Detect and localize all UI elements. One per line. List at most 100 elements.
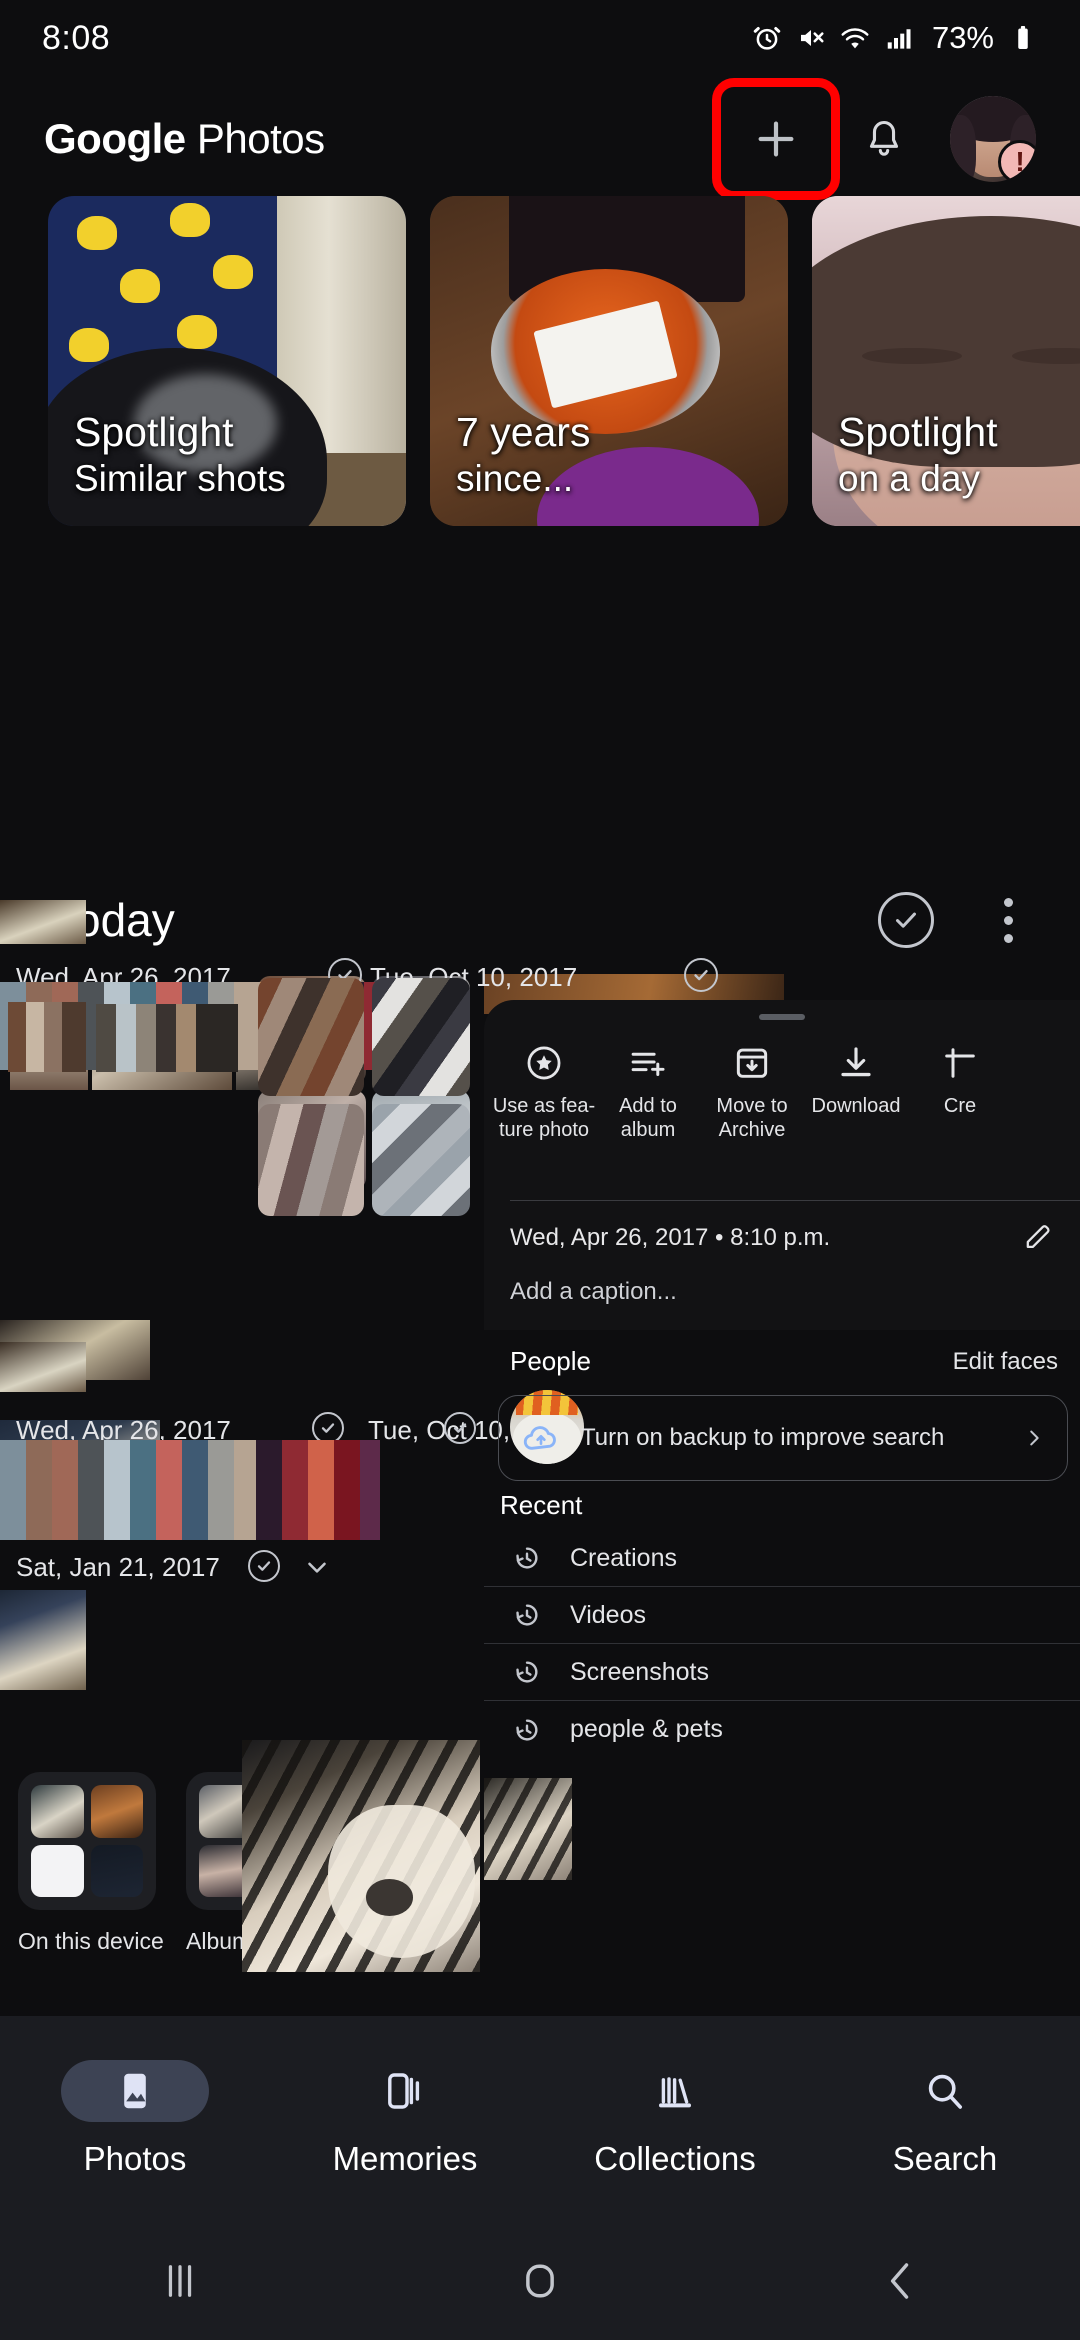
recent-list[interactable]: Creations Videos Screenshots people & pe… bbox=[484, 1530, 1080, 1758]
action-label: Add to album bbox=[619, 1095, 677, 1142]
avatar[interactable]: ! bbox=[950, 96, 1036, 182]
photo-thumbnail[interactable] bbox=[0, 1590, 86, 1690]
drag-handle[interactable] bbox=[759, 1014, 805, 1020]
history-icon bbox=[516, 1604, 538, 1626]
nav-tab-memories[interactable]: Memories bbox=[270, 2016, 540, 2222]
history-icon bbox=[516, 1661, 538, 1683]
memory-card[interactable]: 7 years since... bbox=[430, 196, 788, 526]
photo-quad-group[interactable] bbox=[258, 960, 478, 1230]
status-badge[interactable]: ! bbox=[998, 140, 1036, 182]
expand-collapse-button[interactable] bbox=[300, 1552, 334, 1582]
memory-caption: 7 years since... bbox=[430, 409, 788, 526]
chevron-down-icon bbox=[308, 1562, 326, 1573]
add-to-album-button[interactable]: Add to album bbox=[596, 1042, 700, 1143]
star-circle-icon bbox=[527, 1046, 561, 1080]
brand-google: Google bbox=[44, 115, 186, 162]
photo-thumbnail-large[interactable] bbox=[242, 1740, 480, 1972]
plus-icon bbox=[758, 121, 794, 157]
kebab-dot bbox=[1003, 915, 1013, 925]
photo-thumbnail[interactable] bbox=[8, 1002, 86, 1072]
select-all-button[interactable] bbox=[878, 892, 934, 948]
create-button[interactable]: Cre bbox=[908, 1042, 1012, 1143]
divider bbox=[510, 1200, 1080, 1201]
shortcut-tile bbox=[90, 1844, 143, 1897]
nav-label-collections: Collections bbox=[594, 2140, 756, 2177]
section-header-today: Today bbox=[0, 870, 1080, 970]
check-icon bbox=[321, 1423, 335, 1433]
recent-item-label: Screenshots bbox=[570, 1657, 709, 1686]
photo-thumbnail[interactable] bbox=[0, 900, 86, 944]
notifications-button[interactable] bbox=[852, 107, 916, 171]
system-back-button[interactable] bbox=[720, 2255, 1080, 2307]
edit-faces-button[interactable]: Edit faces bbox=[953, 1348, 1058, 1376]
shortcut-row[interactable]: On this device Albums bbox=[0, 1740, 1080, 1980]
photo-thumbnail[interactable] bbox=[372, 1104, 470, 1216]
action-label: Cre bbox=[943, 1095, 977, 1117]
download-button[interactable]: Download bbox=[804, 1042, 908, 1143]
date-select-button[interactable] bbox=[684, 958, 718, 992]
shortcut-on-this-device[interactable] bbox=[18, 1772, 156, 1910]
photo-thumbnail[interactable] bbox=[484, 1778, 572, 1880]
bottom-navigation[interactable]: Photos Memories Collections Search bbox=[0, 2016, 1080, 2222]
photo-thumbnail[interactable] bbox=[372, 978, 470, 1096]
history-icon bbox=[516, 1718, 538, 1741]
nav-pill bbox=[871, 2060, 1019, 2122]
recent-item-people-pets[interactable]: people & pets bbox=[484, 1701, 1080, 1758]
date-select-oct10[interactable] bbox=[444, 1412, 476, 1444]
nav-tab-collections[interactable]: Collections bbox=[540, 2016, 810, 2222]
nav-tab-search[interactable]: Search bbox=[810, 2016, 1080, 2222]
caption-input[interactable]: Add a caption... bbox=[510, 1278, 677, 1306]
recent-item-screenshots[interactable]: Screenshots bbox=[484, 1644, 1080, 1701]
memory-subtitle: since... bbox=[456, 457, 574, 499]
action-label: Use as fea-ture photo bbox=[492, 1095, 596, 1142]
shortcut-label-on-this-device: On this device bbox=[18, 1928, 164, 1954]
people-title: People bbox=[510, 1346, 591, 1376]
date-select-jan21[interactable] bbox=[248, 1550, 280, 1582]
photo-detail-panel[interactable]: Use as fea-ture photo Add to album Move t… bbox=[484, 1000, 1080, 1330]
chevron-right-icon bbox=[1030, 1430, 1039, 1446]
back-icon bbox=[890, 2263, 909, 2299]
system-navigation-bar[interactable] bbox=[0, 2222, 1080, 2340]
recent-item-label: Videos bbox=[570, 1600, 646, 1629]
kebab-dot bbox=[1003, 933, 1013, 943]
home-icon bbox=[526, 2264, 554, 2298]
brand-photos: Photos bbox=[185, 115, 325, 162]
photo-thumbnail[interactable] bbox=[258, 1104, 364, 1216]
photo-icon bbox=[124, 2073, 146, 2109]
app-bar: Google Photos ! bbox=[0, 76, 1080, 202]
use-as-feature-photo-button[interactable]: Use as fea-ture photo bbox=[492, 1042, 596, 1143]
memory-card[interactable]: Spotlight on a day bbox=[812, 196, 1080, 526]
page-title: Google Photos bbox=[44, 115, 325, 163]
photo-thumbnail[interactable] bbox=[258, 978, 364, 1096]
panorama-thumbnail[interactable] bbox=[256, 1440, 380, 1540]
nav-tab-photos[interactable]: Photos bbox=[0, 2016, 270, 2222]
recent-item-creations[interactable]: Creations bbox=[484, 1530, 1080, 1587]
pencil-icon bbox=[1026, 1225, 1050, 1249]
memories-icon bbox=[388, 2073, 420, 2109]
memories-carousel[interactable]: Spotlight Similar shots 7 years since...… bbox=[0, 196, 1080, 536]
battery-level: 73% bbox=[931, 20, 994, 55]
shortcut-tile bbox=[90, 1785, 143, 1838]
check-icon bbox=[257, 1561, 271, 1571]
recent-item-videos[interactable]: Videos bbox=[484, 1587, 1080, 1644]
memory-card[interactable]: Spotlight Similar shots bbox=[48, 196, 406, 526]
memory-title: Spotlight bbox=[838, 409, 998, 456]
add-button[interactable] bbox=[712, 78, 840, 200]
nav-pill bbox=[601, 2060, 749, 2122]
memory-title: Spotlight bbox=[74, 409, 234, 456]
bell-icon bbox=[869, 120, 899, 156]
photo-datetime: Wed, Apr 26, 2017 • 8:10 p.m. bbox=[510, 1224, 831, 1251]
nav-label-memories: Memories bbox=[332, 2140, 478, 2177]
more-options-button[interactable] bbox=[988, 892, 1028, 948]
system-home-button[interactable] bbox=[360, 2255, 720, 2307]
move-to-archive-button[interactable]: Move to Archive bbox=[700, 1042, 804, 1143]
photo-thumbnail[interactable] bbox=[0, 1342, 86, 1392]
cloud-backup-icon bbox=[523, 1426, 556, 1450]
photo-thumbnail[interactable] bbox=[96, 1004, 238, 1072]
detail-action-row[interactable]: Use as fea-ture photo Add to album Move t… bbox=[484, 1042, 1080, 1143]
edit-date-button[interactable] bbox=[1022, 1220, 1056, 1254]
system-recents-button[interactable] bbox=[0, 2255, 360, 2307]
collections-icon bbox=[659, 2077, 691, 2108]
action-label: Move to Archive bbox=[716, 1095, 788, 1142]
backup-banner[interactable]: Turn on backup to improve search bbox=[498, 1395, 1068, 1481]
